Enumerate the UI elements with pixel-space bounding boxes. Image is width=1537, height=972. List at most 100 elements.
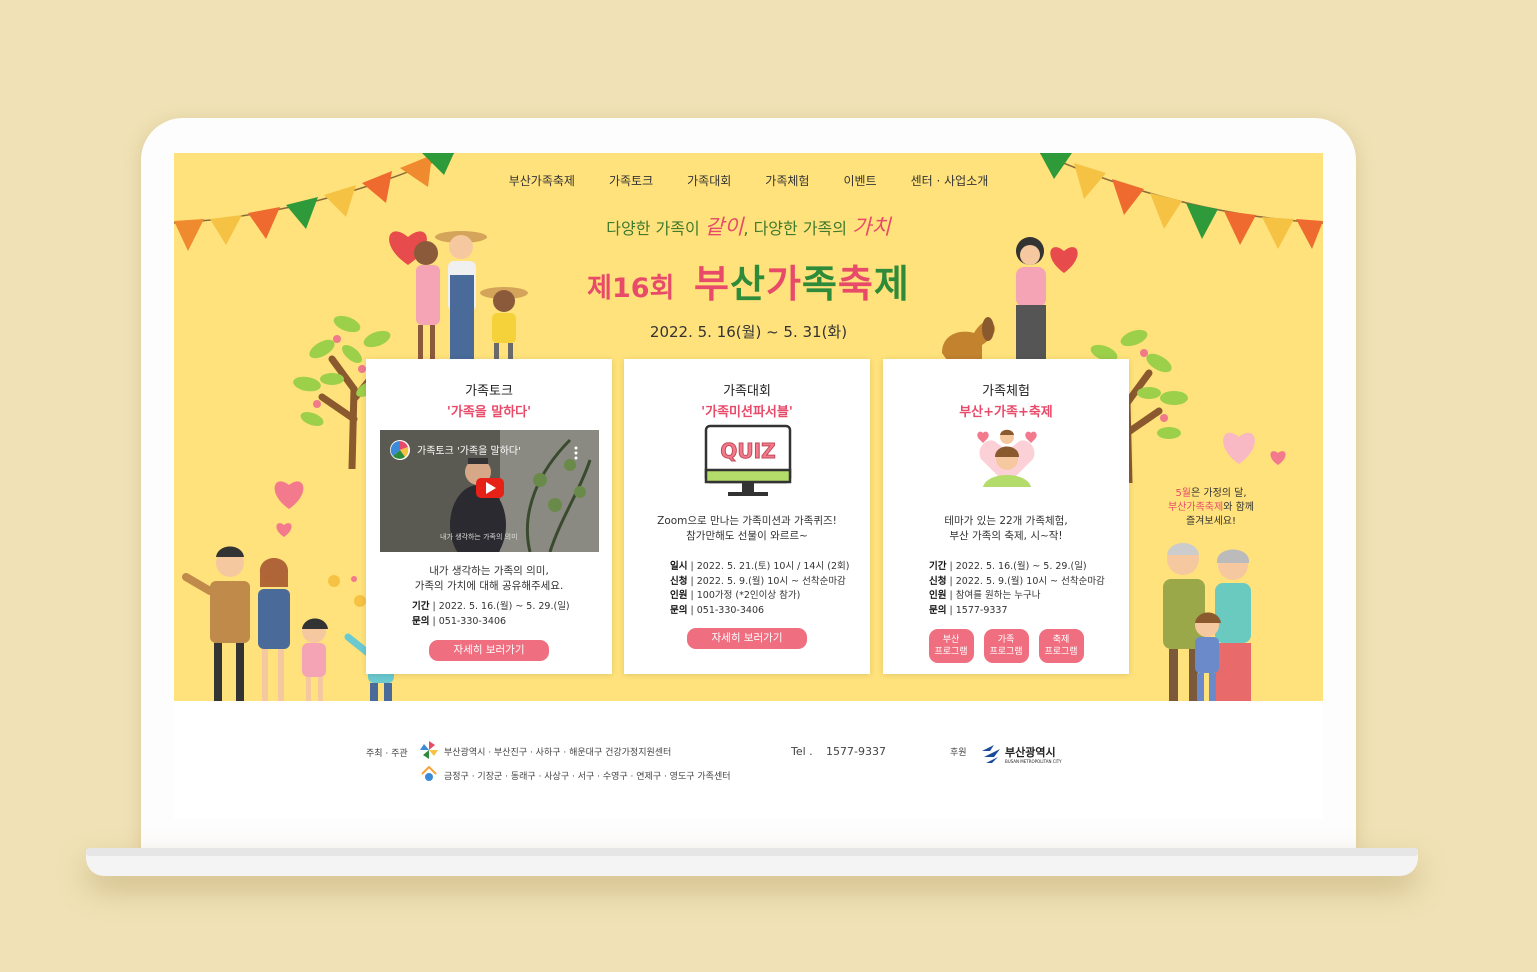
family-hug-icon: [977, 429, 1037, 487]
info-key: 인원: [929, 590, 947, 601]
card-description: Zoom으로 만나는 가족미션과 가족퀴즈! 참가만해도 선물이 와르르~: [624, 514, 870, 544]
card-title: 가족체험: [982, 384, 1030, 399]
card-description: 테마가 있는 22개 가족체험, 부산 가족의 축제, 시~작!: [883, 514, 1129, 544]
card-subtitle: '가족을 말하다': [446, 405, 532, 420]
tagline-highlight: 가치: [852, 215, 891, 239]
busan-city-logo-icon: [982, 745, 1000, 763]
card-family-contest: 가족대회 '가족미션파서블' QUIZ Zoom으로 만나는 가족미션과 가족퀴…: [624, 359, 870, 674]
info-row: 신청 | 2022. 5. 9.(월) 10시 ~ 선착순마감: [670, 575, 846, 587]
info-row: 문의 | 051-330-3406: [670, 604, 765, 616]
website-screen: 부산가족축제 가족토크 가족대회 가족체험 이벤트 센터 · 사업소개 다양한 …: [174, 153, 1323, 819]
side-text-highlight: 5월: [1175, 488, 1191, 499]
quiz-label: QUIZ: [720, 439, 776, 464]
video-caption: 내가 생각하는 가족의 의미: [440, 533, 518, 541]
card-title: 가족토크: [465, 384, 513, 399]
title-char: 축: [837, 262, 874, 306]
desc-line: 부산 가족의 축제, 시~작!: [949, 530, 1063, 542]
info-key: 문의: [412, 615, 430, 627]
program-label: 가족: [997, 635, 1015, 645]
program-label: 축제: [1052, 635, 1070, 645]
video-title: 가족토크 '가족을 말하다': [417, 446, 521, 457]
card-info: 기간 | 2022. 5. 16.(월) ~ 5. 29.(일) 신청 | 20…: [929, 560, 1105, 618]
tagline-text: , 다양한 가족의: [743, 219, 853, 238]
heart-icon: [1223, 432, 1286, 465]
sponsor-label: 후원: [950, 748, 967, 758]
farmer-family-illustration: [389, 231, 528, 367]
program-label: 부산: [942, 635, 960, 645]
family-centers: 금정구 · 기장군 · 동래구 · 사상구 · 서구 · 수영구 · 연제구 ·…: [444, 772, 731, 782]
right-bunting-decoration: [1040, 153, 1323, 249]
desc-line: Zoom으로 만나는 가족미션과 가족퀴즈!: [657, 515, 837, 527]
nav-item-event[interactable]: 이벤트: [843, 172, 876, 189]
nav-item-festival[interactable]: 부산가족축제: [509, 172, 575, 189]
info-value: 참여를 원하는 누구나: [955, 590, 1041, 601]
hero-tagline: 다양한 가족이 같이, 다양한 가족의 가치: [174, 211, 1323, 241]
tel-label: Tel .: [791, 745, 813, 758]
info-row: 문의 | 051-330-3406: [412, 615, 507, 627]
program-label: 프로그램: [1044, 647, 1078, 657]
info-value: 2022. 5. 16.(월) ~ 5. 29.(일): [438, 601, 570, 612]
host-organizations: 부산광역시 · 부산진구 · 사하구 · 해운대구 건강가정지원센터: [444, 748, 672, 758]
info-value: 2022. 5. 9.(월) 10시 ~ 선착순마감: [696, 575, 846, 587]
laptop-base: [86, 848, 1418, 876]
card-info: 일시 | 2022. 5. 21.(토) 10시 / 14시 (2회) 신청 |…: [670, 560, 849, 618]
host-label: 주최 · 주관: [366, 749, 408, 759]
family-center-logo-icon: [421, 765, 437, 781]
title-char: 가: [765, 262, 802, 306]
pinwheel-logo-icon: [420, 741, 438, 759]
side-text-highlight: 부산가족축제: [1168, 502, 1224, 513]
family-program-button[interactable]: 가족프로그램: [983, 629, 1029, 663]
nav-item-family-talk[interactable]: 가족토크: [609, 172, 653, 189]
info-key: 기간: [412, 601, 430, 612]
program-label: 프로그램: [989, 647, 1023, 657]
info-value: 2022. 5. 21.(토) 10시 / 14시 (2회): [696, 561, 850, 572]
info-row: 일시 | 2022. 5. 21.(토) 10시 / 14시 (2회): [670, 561, 850, 572]
edition-label: 제16회: [587, 273, 675, 304]
card-family-talk: 가족토크 '가족을 말하다' 가족토크 '가족을 말하다' 내가 생각하는 가족…: [366, 359, 612, 674]
info-value: 100가정 (*2인이상 참가): [696, 590, 801, 601]
card-subtitle: '가족미션파서블': [701, 405, 793, 420]
info-value: 2022. 5. 9.(월) 10시 ~ 선착순마감: [955, 575, 1105, 587]
info-value: 1577-9337: [955, 604, 1008, 616]
card-description: 내가 생각하는 가족의 의미, 가족의 가치에 대해 공유해주세요.: [366, 564, 612, 594]
info-key: 인원: [670, 590, 688, 601]
side-text: 와 함께: [1223, 502, 1254, 513]
info-row: 기간 | 2022. 5. 16.(월) ~ 5. 29.(일): [412, 601, 570, 612]
tagline-highlight: 같이: [704, 215, 744, 239]
girl-with-dog-illustration: [942, 237, 1078, 367]
desc-line: 가족의 가치에 대해 공유해주세요.: [414, 580, 564, 592]
info-key: 신청: [670, 575, 688, 587]
info-row: 인원 | 100가정 (*2인이상 참가): [670, 590, 801, 601]
info-key: 신청: [929, 575, 947, 587]
details-button[interactable]: 자세히 보러가기: [429, 640, 549, 661]
title-char: 부: [694, 262, 730, 306]
info-key: 일시: [670, 561, 688, 572]
site-footer: 주최 · 주관 부산광역시 · 부산진구 · 사하구 · 해운대구 건강가정지원…: [174, 701, 1323, 819]
festival-program-button[interactable]: 축제프로그램: [1038, 629, 1084, 663]
info-row: 기간 | 2022. 5. 16.(월) ~ 5. 29.(일): [929, 561, 1087, 572]
heart-icon: [274, 481, 304, 537]
title-char: 족: [801, 262, 838, 306]
side-text: 은 가정의 달,: [1191, 488, 1247, 499]
details-button[interactable]: 자세히 보러가기: [687, 628, 807, 649]
side-promo-text: 5월은 가정의 달, 부산가족축제와 함께 즐겨보세요!: [1162, 487, 1260, 529]
title-char: 제: [873, 262, 910, 306]
nav-item-family-experience[interactable]: 가족체험: [765, 172, 809, 189]
info-value: 051-330-3406: [696, 604, 765, 616]
desc-line: 내가 생각하는 가족의 의미,: [429, 565, 549, 577]
card-info: 기간 | 2022. 5. 16.(월) ~ 5. 29.(일) 문의 | 05…: [412, 600, 570, 629]
grandparents-illustration: [1163, 543, 1251, 707]
busan-program-button[interactable]: 부산 프로그램: [928, 629, 974, 663]
video-player[interactable]: 가족토크 '가족을 말하다' 내가 생각하는 가족의 의미: [380, 430, 599, 552]
info-key: 문의: [670, 604, 688, 616]
tagline-text: 다양한 가족이: [606, 219, 705, 238]
sponsor-name-en: BUSAN METROPOLITAN CITY: [1005, 759, 1062, 764]
title-char: 산: [729, 262, 766, 306]
main-nav: 부산가족축제 가족토크 가족대회 가족체험 이벤트 센터 · 사업소개: [174, 172, 1323, 189]
tel-number: 1577-9337: [826, 745, 886, 758]
sponsor-name: 부산광역시: [1005, 746, 1056, 759]
nav-item-family-contest[interactable]: 가족대회: [687, 172, 731, 189]
info-key: 문의: [929, 604, 947, 616]
info-value: 051-330-3406: [438, 615, 507, 627]
nav-item-center-intro[interactable]: 센터 · 사업소개: [911, 172, 989, 189]
